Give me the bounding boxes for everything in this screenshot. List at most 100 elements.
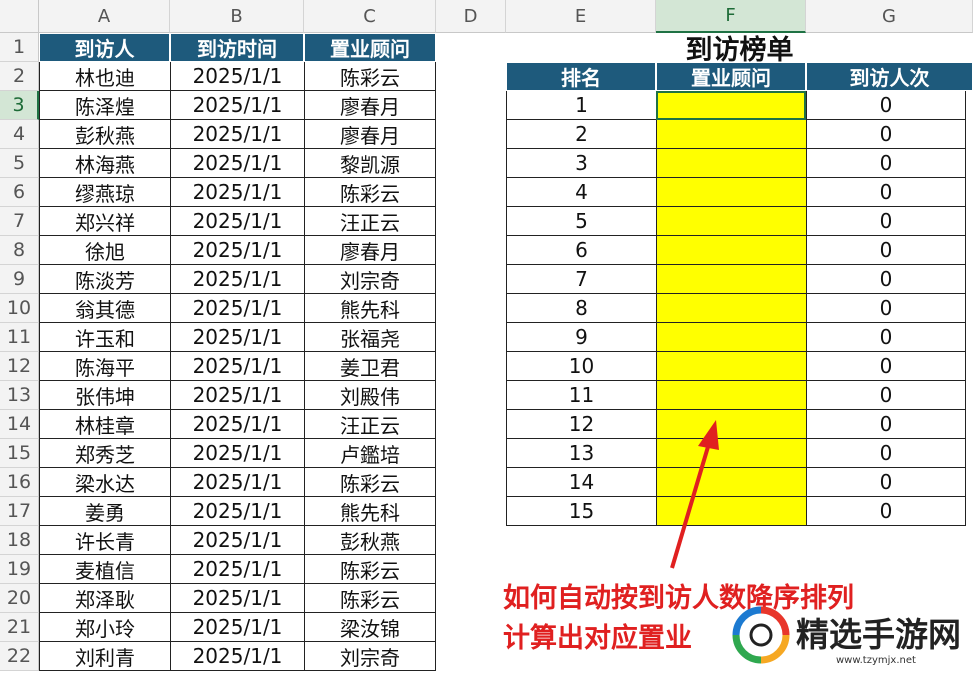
left-table-cell[interactable]: 2025/1/1	[170, 642, 304, 671]
rank-cell[interactable]: 5	[506, 207, 656, 236]
left-table-cell[interactable]: 2025/1/1	[170, 149, 304, 178]
left-table-cell[interactable]: 徐旭	[39, 236, 170, 265]
select-all-corner[interactable]	[0, 0, 39, 33]
row-header-10[interactable]: 10	[0, 294, 39, 323]
visit-count-cell[interactable]: 0	[806, 91, 966, 120]
visit-count-cell[interactable]: 0	[806, 265, 966, 294]
left-table-cell[interactable]: 陈泽煌	[39, 91, 170, 120]
rank-cell[interactable]: 4	[506, 178, 656, 207]
left-table-cell[interactable]: 2025/1/1	[170, 468, 304, 497]
left-table-cell[interactable]: 翁其德	[39, 294, 170, 323]
left-table-cell[interactable]: 郑小玲	[39, 613, 170, 642]
left-table-cell[interactable]: 熊先科	[304, 497, 436, 526]
row-header-18[interactable]: 18	[0, 526, 39, 555]
rank-cell[interactable]: 3	[506, 149, 656, 178]
left-table-cell[interactable]: 陈彩云	[304, 584, 436, 613]
row-header-3[interactable]: 3	[0, 91, 39, 120]
rank-cell[interactable]: 9	[506, 323, 656, 352]
left-table-cell[interactable]: 刘宗奇	[304, 642, 436, 671]
left-table-cell[interactable]: 陈淡芳	[39, 265, 170, 294]
advisor-cell[interactable]	[656, 236, 806, 265]
left-table-cell[interactable]: 陈彩云	[304, 468, 436, 497]
left-table-cell[interactable]: 2025/1/1	[170, 120, 304, 149]
left-table-cell[interactable]: 2025/1/1	[170, 497, 304, 526]
left-table-cell[interactable]: 刘殿伟	[304, 381, 436, 410]
advisor-cell[interactable]	[656, 120, 806, 149]
rank-cell[interactable]: 10	[506, 352, 656, 381]
left-table-cell[interactable]: 廖春月	[304, 120, 436, 149]
spreadsheet-grid[interactable]: A B C D E F G 1 2 3 4 5 6 7 8 9 10 11 12 13 14 15 16 17 18 19 20 21…	[0, 0, 973, 673]
column-header-f[interactable]: F	[656, 0, 806, 33]
advisor-cell[interactable]	[656, 207, 806, 236]
left-table-cell[interactable]: 2025/1/1	[170, 584, 304, 613]
row-header-2[interactable]: 2	[0, 62, 39, 91]
rank-cell[interactable]: 8	[506, 294, 656, 323]
left-table-cell[interactable]: 2025/1/1	[170, 555, 304, 584]
row-header-4[interactable]: 4	[0, 120, 39, 149]
left-table-cell[interactable]: 许长青	[39, 526, 170, 555]
row-header-6[interactable]: 6	[0, 178, 39, 207]
rank-cell[interactable]: 15	[506, 497, 656, 526]
left-table-cell[interactable]: 彭秋燕	[304, 526, 436, 555]
row-header-19[interactable]: 19	[0, 555, 39, 584]
row-header-15[interactable]: 15	[0, 439, 39, 468]
left-table-cell[interactable]: 郑兴祥	[39, 207, 170, 236]
row-header-13[interactable]: 13	[0, 381, 39, 410]
left-table-cell[interactable]: 2025/1/1	[170, 91, 304, 120]
left-table-cell[interactable]: 姜勇	[39, 497, 170, 526]
row-header-7[interactable]: 7	[0, 207, 39, 236]
advisor-cell[interactable]	[656, 497, 806, 526]
left-table-cell[interactable]: 梁水达	[39, 468, 170, 497]
left-table-cell[interactable]: 2025/1/1	[170, 178, 304, 207]
advisor-cell[interactable]	[656, 410, 806, 439]
left-table-cell[interactable]: 2025/1/1	[170, 439, 304, 468]
left-table-cell[interactable]: 黎凯源	[304, 149, 436, 178]
left-table-cell[interactable]: 2025/1/1	[170, 613, 304, 642]
visit-count-cell[interactable]: 0	[806, 439, 966, 468]
advisor-cell[interactable]	[656, 149, 806, 178]
row-header-5[interactable]: 5	[0, 149, 39, 178]
row-header-21[interactable]: 21	[0, 613, 39, 642]
left-table-cell[interactable]: 彭秋燕	[39, 120, 170, 149]
row-header-16[interactable]: 16	[0, 468, 39, 497]
left-table-cell[interactable]: 梁汝锦	[304, 613, 436, 642]
rank-cell[interactable]: 13	[506, 439, 656, 468]
row-header-1[interactable]: 1	[0, 33, 39, 62]
rank-cell[interactable]: 7	[506, 265, 656, 294]
visit-count-cell[interactable]: 0	[806, 410, 966, 439]
visit-count-cell[interactable]: 0	[806, 381, 966, 410]
row-header-9[interactable]: 9	[0, 265, 39, 294]
left-table-cell[interactable]: 2025/1/1	[170, 265, 304, 294]
left-table-cell[interactable]: 2025/1/1	[170, 62, 304, 91]
left-table-cell[interactable]: 2025/1/1	[170, 381, 304, 410]
row-header-17[interactable]: 17	[0, 497, 39, 526]
left-table-cell[interactable]: 姜卫君	[304, 352, 436, 381]
active-advisor-cell[interactable]	[656, 91, 806, 120]
rank-cell[interactable]: 12	[506, 410, 656, 439]
rank-cell[interactable]: 1	[506, 91, 656, 120]
left-table-cell[interactable]: 郑泽耿	[39, 584, 170, 613]
visit-count-cell[interactable]: 0	[806, 352, 966, 381]
rank-cell[interactable]: 11	[506, 381, 656, 410]
left-table-cell[interactable]: 汪正云	[304, 207, 436, 236]
advisor-cell[interactable]	[656, 294, 806, 323]
left-table-cell[interactable]: 刘宗奇	[304, 265, 436, 294]
left-table-cell[interactable]: 2025/1/1	[170, 294, 304, 323]
left-table-cell[interactable]: 缪燕琼	[39, 178, 170, 207]
advisor-cell[interactable]	[656, 178, 806, 207]
left-table-cell[interactable]: 林海燕	[39, 149, 170, 178]
visit-count-cell[interactable]: 0	[806, 178, 966, 207]
row-header-8[interactable]: 8	[0, 236, 39, 265]
row-header-14[interactable]: 14	[0, 410, 39, 439]
left-table-cell[interactable]: 廖春月	[304, 236, 436, 265]
rank-cell[interactable]: 2	[506, 120, 656, 149]
left-table-cell[interactable]: 2025/1/1	[170, 236, 304, 265]
left-table-cell[interactable]: 郑秀芝	[39, 439, 170, 468]
left-table-cell[interactable]: 张福尧	[304, 323, 436, 352]
column-header-d[interactable]: D	[436, 0, 506, 33]
left-table-cell[interactable]: 2025/1/1	[170, 410, 304, 439]
advisor-cell[interactable]	[656, 468, 806, 497]
advisor-cell[interactable]	[656, 381, 806, 410]
left-table-cell[interactable]: 卢鑑培	[304, 439, 436, 468]
left-table-cell[interactable]: 麦植信	[39, 555, 170, 584]
